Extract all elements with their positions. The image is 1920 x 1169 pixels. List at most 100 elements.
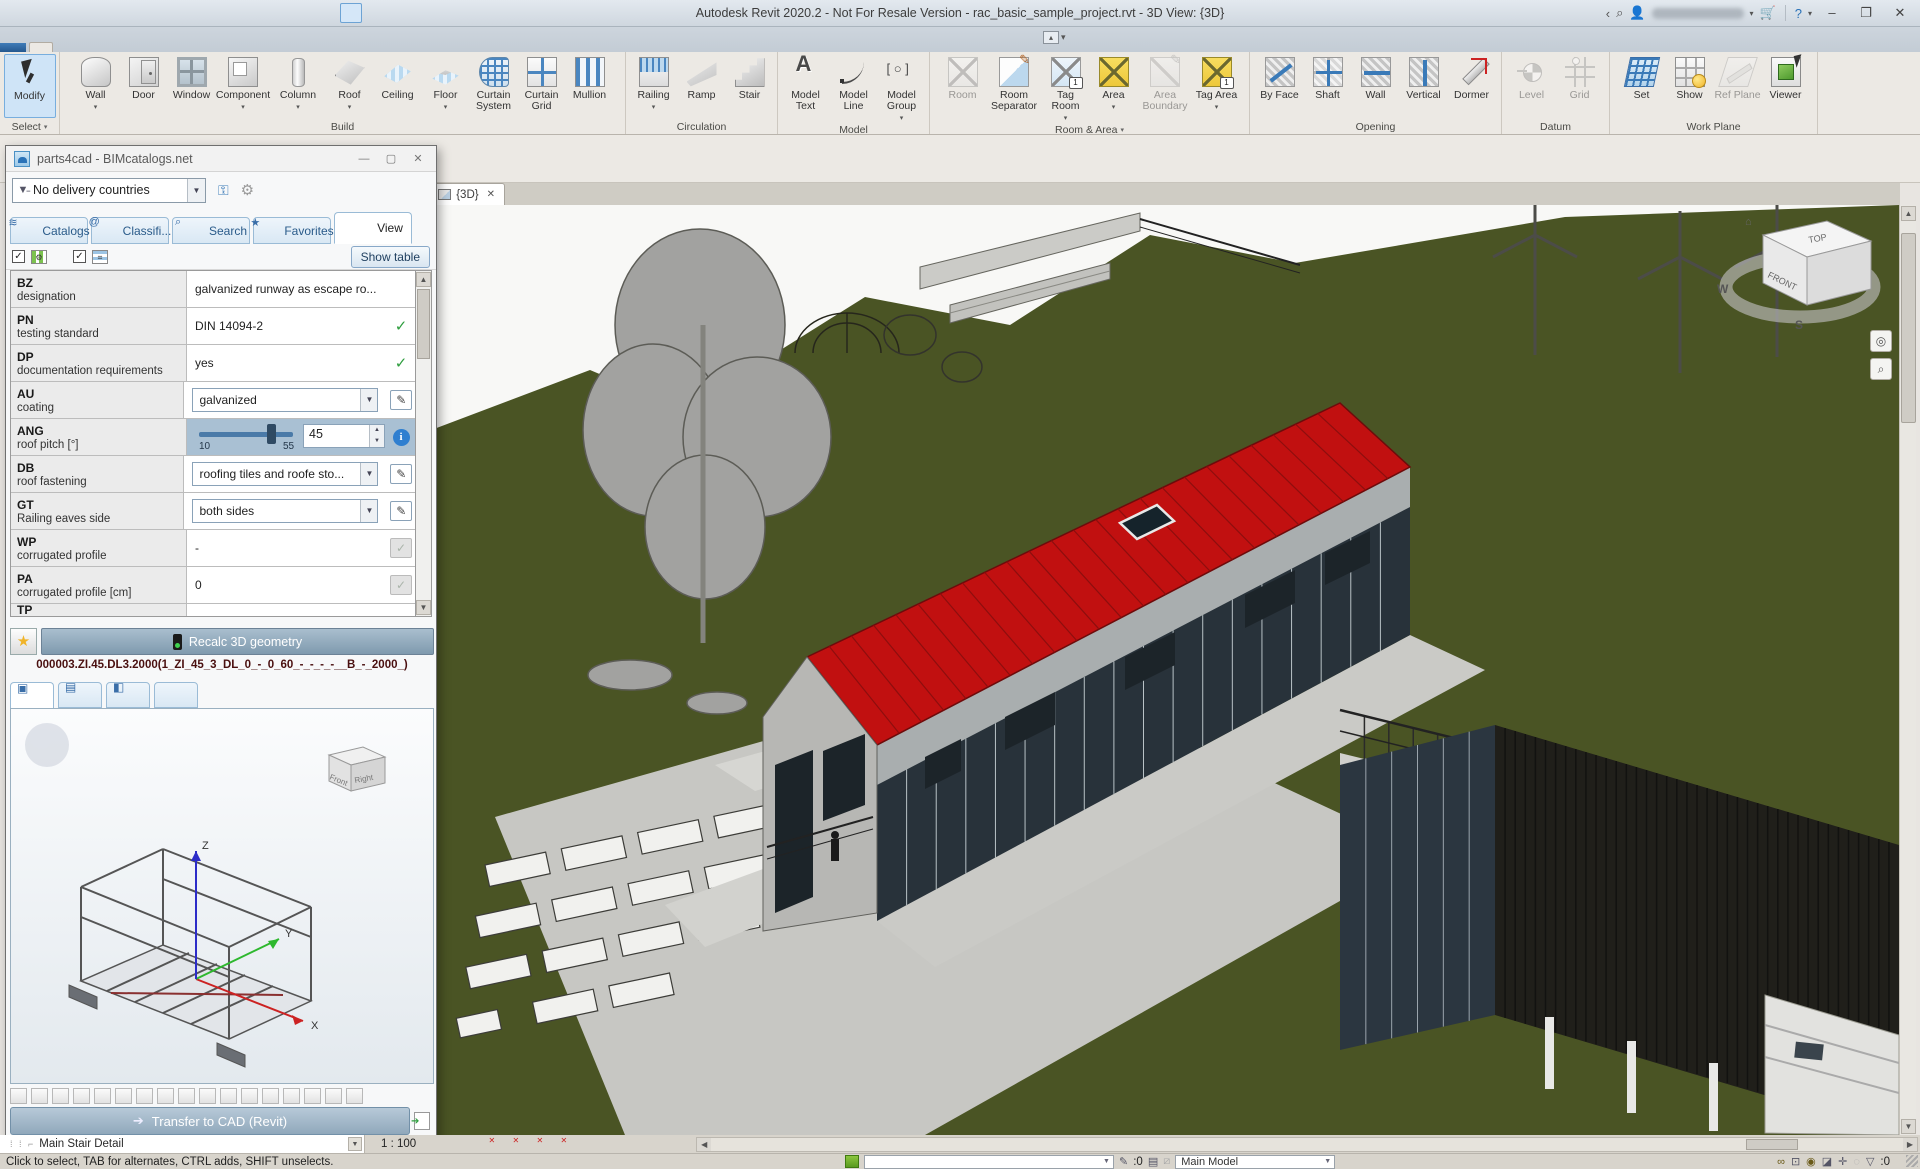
panel-label[interactable]: Select [12, 121, 41, 133]
tab-bimcatalogs[interactable] [295, 43, 317, 52]
redo-icon[interactable] [148, 3, 170, 23]
top-view-icon[interactable] [199, 1088, 216, 1104]
row-bz[interactable]: BZ designation galvanized runway as esca… [11, 271, 416, 308]
dialog-title-bar[interactable]: parts4cad - BIMcatalogs.net — ▢ ✕ [6, 146, 436, 172]
scroll-down-icon[interactable]: ▼ [416, 600, 431, 615]
table-scrollbar[interactable]: ▲ ▼ [415, 270, 432, 617]
customize-qat-icon[interactable] [412, 3, 434, 23]
open-documents-icon[interactable] [28, 3, 50, 23]
user-name[interactable] [1652, 8, 1744, 19]
status-icon[interactable] [390, 501, 412, 521]
value-spinner[interactable]: 45 ▲▼ [303, 424, 385, 448]
horizontal-scrollbar[interactable]: ◀ ▶ [696, 1137, 1918, 1152]
save-icon[interactable] [76, 3, 98, 23]
wall-button[interactable]: Wall [72, 54, 119, 118]
panel-label[interactable]: Work Plane [1686, 121, 1740, 133]
slider-track[interactable] [199, 432, 293, 437]
section-icon[interactable] [283, 1088, 300, 1104]
status-icon[interactable] [393, 429, 410, 446]
thin-lines-icon[interactable] [340, 3, 362, 23]
preview-tab-sketch[interactable]: ▤ [58, 682, 102, 708]
wall-opening-button[interactable]: Wall [1352, 54, 1399, 118]
temporary-view-properties-icon[interactable] [643, 1137, 660, 1152]
model-line-button[interactable]: Model Line [830, 54, 877, 118]
default-3d-view-icon[interactable] [292, 3, 314, 23]
shadows-icon[interactable] [499, 1137, 516, 1152]
tab-massing-site[interactable] [185, 43, 207, 52]
design-options-icon[interactable]: ▤ [1148, 1155, 1158, 1168]
scroll-left-icon[interactable]: ◀ [697, 1138, 711, 1151]
steering-wheel-icon[interactable]: ◎ [1870, 330, 1892, 352]
model-group-button[interactable]: Model Group [878, 54, 925, 124]
user-icon[interactable]: 👤 [1629, 5, 1645, 21]
modify-button[interactable]: Modify [4, 54, 56, 118]
tab-modify[interactable] [317, 43, 339, 52]
browser-scroll-down-icon[interactable]: ▼ [348, 1137, 362, 1151]
value-dropdown[interactable]: galvanized▼ [192, 388, 378, 412]
gear-icon[interactable]: ⚙ [241, 181, 254, 199]
project-browser[interactable]: ⁞ ⁞ ⌐ Main Stair Detail ▼ [0, 1135, 365, 1153]
select-underlay-toggle[interactable]: ⊡ [1791, 1155, 1800, 1168]
dialog-minimize-icon[interactable]: — [354, 153, 374, 165]
zoom-fit-icon[interactable] [115, 1088, 132, 1104]
close-button[interactable]: ✕ [1886, 3, 1914, 23]
ref-plane-button[interactable]: Ref Plane [1714, 54, 1761, 118]
minimize-button[interactable]: – [1818, 3, 1846, 23]
aligned-dimension-icon[interactable] [220, 3, 242, 23]
level-button[interactable]: Level [1508, 54, 1555, 118]
room-separator-button[interactable]: Room Separator [987, 54, 1041, 118]
zoom-out-icon[interactable] [94, 1088, 111, 1104]
tag-icon[interactable] [244, 3, 266, 23]
recalc-3d-button[interactable]: Recalc 3D geometry [41, 628, 434, 655]
row-dp[interactable]: DP documentation requirements yes yes▼ [11, 345, 416, 382]
floor-button[interactable]: Floor [422, 54, 469, 118]
restore-button[interactable]: ❐ [1852, 3, 1880, 23]
show-crop-icon[interactable] [547, 1137, 564, 1152]
text-icon[interactable] [268, 3, 290, 23]
resize-grip[interactable] [1906, 1155, 1918, 1167]
show-button[interactable]: Show [1666, 54, 1713, 118]
viewer-button[interactable]: Viewer [1762, 54, 1809, 118]
stair-button[interactable]: Stair [726, 54, 773, 118]
row-au[interactable]: AU coating galvanized galvanized▼ galv [11, 382, 416, 419]
status-icon[interactable] [390, 390, 412, 410]
preview-tab-part[interactable]: ▣ [10, 682, 54, 709]
sync-icon[interactable] [100, 3, 122, 23]
help-dropdown-icon[interactable]: ▾ [1808, 9, 1812, 18]
grid-button[interactable]: Grid [1556, 54, 1603, 118]
set-button[interactable]: Set [1618, 54, 1665, 118]
undo-icon[interactable] [124, 3, 146, 23]
row-gt[interactable]: GT Railing eaves side both sides both si… [11, 493, 416, 530]
status-icon[interactable] [395, 354, 408, 372]
key-icon[interactable]: ⚿ [218, 182, 229, 199]
iso-view-icon[interactable] [241, 1088, 258, 1104]
status-icon[interactable] [390, 538, 412, 558]
visual-style-icon[interactable] [451, 1137, 468, 1152]
value-dropdown[interactable]: roofing tiles and roofe sto...▼ [192, 462, 378, 486]
open-icon[interactable] [52, 3, 74, 23]
option-checkbox[interactable]: ✓ [73, 250, 86, 263]
tab-architecture[interactable] [29, 42, 53, 52]
tab-insert[interactable] [119, 43, 141, 52]
copy-icon[interactable] [31, 1088, 48, 1104]
show-table-button[interactable]: Show table [351, 246, 430, 268]
scroll-up-icon[interactable]: ▲ [1901, 206, 1916, 221]
measure-icon[interactable] [196, 3, 218, 23]
render-icon[interactable] [325, 1088, 342, 1104]
tab-favorites[interactable]: ★ Favorites [253, 217, 331, 244]
slider-handle[interactable] [267, 424, 276, 444]
select-pinned-toggle[interactable]: ◉ [1806, 1155, 1816, 1168]
select-links-toggle[interactable]: ∞ [1777, 1156, 1785, 1168]
front-view-icon[interactable] [178, 1088, 195, 1104]
tab-structure[interactable] [53, 43, 75, 52]
workset-select[interactable]: ▼ [864, 1155, 1114, 1169]
scroll-right-icon[interactable]: ▶ [1903, 1138, 1917, 1151]
column-button[interactable]: Column [271, 54, 325, 118]
model-text-button[interactable]: Model Text [782, 54, 829, 118]
doc-icon[interactable] [10, 1088, 27, 1104]
vertical-scrollbar[interactable]: ▲ ▼ [1899, 205, 1916, 1135]
side-view-icon[interactable] [220, 1088, 237, 1104]
tab-steel[interactable] [75, 43, 97, 52]
temporary-hide-icon[interactable] [595, 1137, 612, 1152]
component-button[interactable]: Component [216, 54, 270, 118]
